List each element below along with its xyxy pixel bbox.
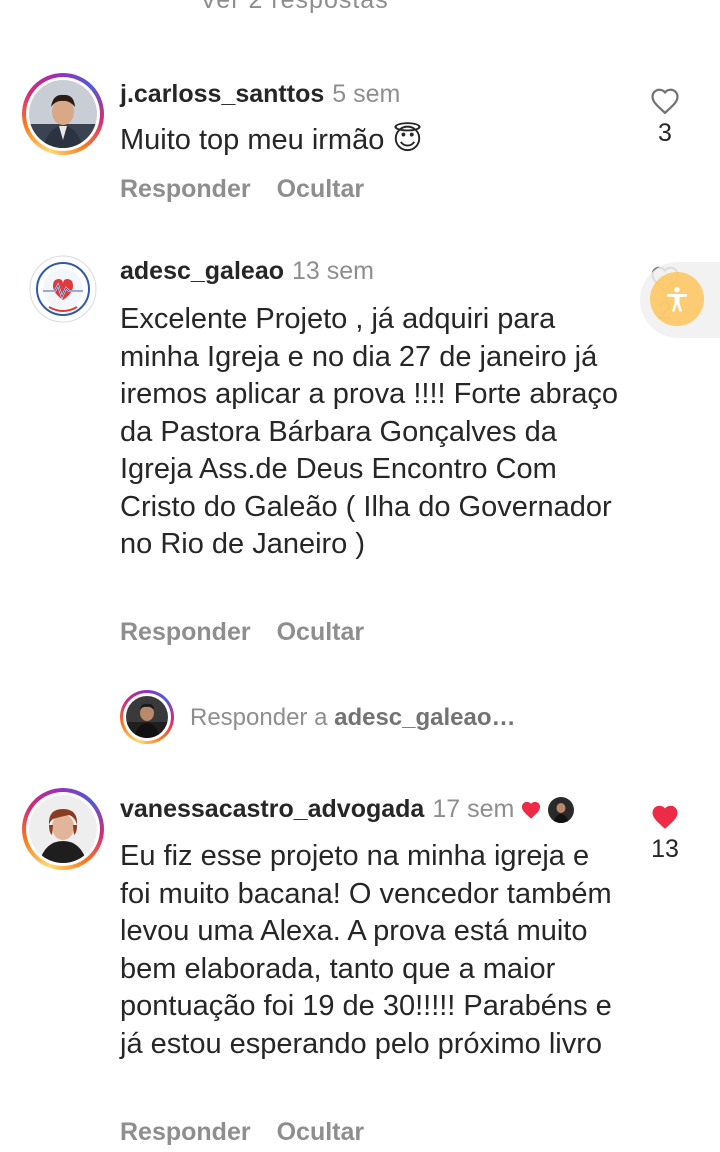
comment-actions: Responder Ocultar (120, 1118, 364, 1147)
comment-text: Muito top meu irmão 😇 (120, 124, 423, 156)
avatar-photo (126, 696, 168, 738)
comment-header: j.carloss_santtos 5 sem (120, 80, 400, 109)
heart-outline-icon[interactable] (650, 87, 680, 115)
avatar-photo (29, 795, 97, 863)
comment-text: Excelente Projeto , já adquiri para minh… (120, 303, 619, 560)
like-count: 13 (651, 835, 679, 863)
reply-prefix: Responder a (190, 704, 335, 731)
username-link[interactable]: adesc_galeao (120, 257, 284, 285)
avatar-photo (29, 80, 97, 148)
current-user-avatar (120, 690, 174, 744)
hide-button[interactable]: Ocultar (277, 618, 365, 646)
username-link[interactable]: vanessacastro_advogada (120, 795, 424, 823)
like-count: 3 (658, 119, 672, 147)
like-control[interactable]: 3 (640, 87, 690, 148)
creator-liked-heart-icon (522, 802, 541, 820)
comment-header: adesc_galeao 13 sem (120, 257, 374, 286)
reply-button[interactable]: Responder (120, 1118, 251, 1146)
avatar[interactable] (22, 788, 104, 870)
reply-button[interactable]: Responder (120, 618, 251, 646)
hide-button[interactable]: Ocultar (277, 1118, 365, 1146)
comment-time: 17 sem (432, 795, 515, 823)
reply-composer[interactable]: Responder a adesc_galeao… (120, 690, 680, 746)
hide-button[interactable]: Ocultar (277, 175, 365, 203)
reply-target: adesc_galeao… (334, 704, 516, 731)
comment-header: vanessacastro_advogada 17 sem (120, 795, 575, 824)
view-replies-link[interactable]: Ver 2 respostas (200, 0, 389, 15)
comment-text: Eu fiz esse projeto na minha igreja e fo… (120, 840, 612, 1060)
avatar[interactable] (22, 73, 104, 155)
comment-actions: Responder Ocultar (120, 175, 364, 204)
creator-avatar (548, 797, 575, 824)
comment-actions: Responder Ocultar (120, 618, 364, 647)
accessibility-button[interactable] (650, 272, 704, 326)
avatar-logo (29, 255, 97, 323)
reply-button[interactable]: Responder (120, 175, 251, 203)
comment-time: 13 sem (292, 257, 374, 285)
like-control[interactable]: 13 (640, 803, 690, 864)
heart-filled-icon[interactable] (650, 803, 680, 831)
comment-time: 5 sem (332, 80, 401, 108)
username-link[interactable]: j.carloss_santtos (120, 80, 324, 108)
reply-input[interactable]: Responder a adesc_galeao… (190, 704, 516, 732)
accessibility-icon (667, 286, 687, 312)
avatar[interactable] (22, 248, 104, 330)
